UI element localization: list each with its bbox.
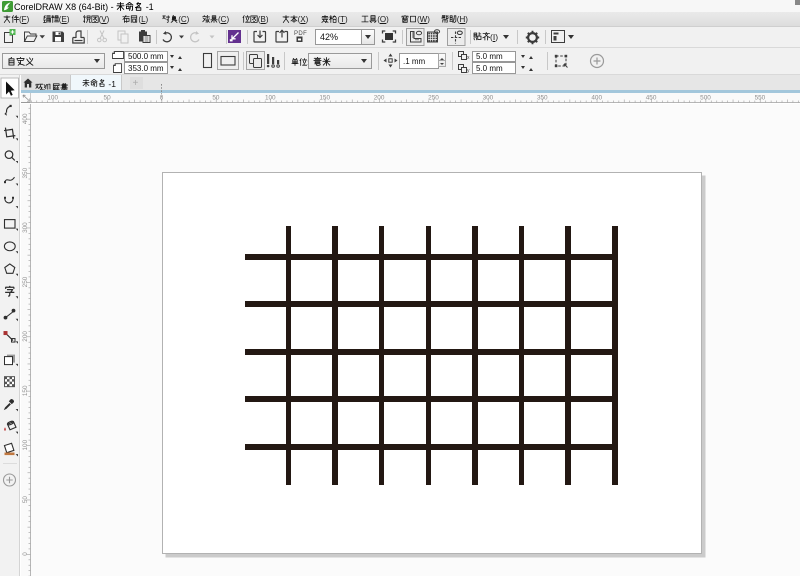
svg-text:400: 400	[22, 113, 29, 124]
svg-text:x: x	[467, 55, 470, 61]
svg-text:150: 150	[319, 94, 330, 101]
svg-text:0: 0	[22, 551, 29, 555]
svg-text:150: 150	[22, 385, 29, 396]
svg-text:250: 250	[428, 94, 439, 101]
svg-text:500: 500	[700, 94, 711, 101]
svg-text:350: 350	[537, 94, 548, 101]
svg-text:50: 50	[104, 94, 112, 101]
svg-text:100: 100	[47, 94, 58, 101]
svg-text:50: 50	[212, 94, 220, 101]
svg-text:PDF: PDF	[294, 31, 307, 37]
svg-text:200: 200	[374, 94, 385, 101]
svg-text:y: y	[467, 68, 470, 74]
svg-text:50: 50	[22, 495, 29, 503]
svg-text:400: 400	[591, 94, 602, 101]
svg-text:250: 250	[22, 276, 29, 287]
svg-text:100: 100	[265, 94, 276, 101]
svg-text:300: 300	[22, 221, 29, 232]
svg-text:550: 550	[755, 94, 766, 101]
svg-text:350: 350	[22, 167, 29, 178]
svg-text:200: 200	[22, 330, 29, 341]
svg-text:450: 450	[646, 94, 657, 101]
svg-text:300: 300	[483, 94, 494, 101]
svg-text:100: 100	[22, 439, 29, 450]
